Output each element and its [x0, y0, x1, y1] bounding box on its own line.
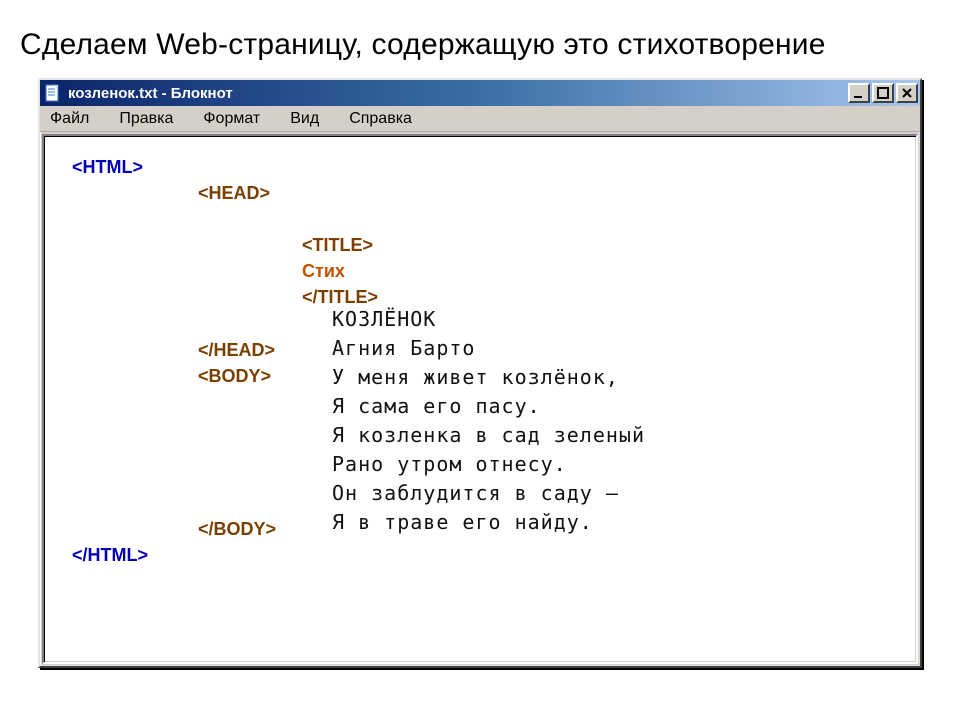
- slide-heading: Сделаем Web-страницу, содержащую это сти…: [20, 28, 826, 62]
- poem-line: У меня живет козлёнок,: [332, 365, 619, 389]
- menu-file[interactable]: Файл: [44, 108, 95, 130]
- text-area[interactable]: <HTML> <HEAD> <TITLE> Стих </TITLE> </HE…: [42, 134, 918, 664]
- poem-line: КОЗЛЁНОК: [332, 307, 436, 331]
- notepad-window: козленок.txt - Блокнот Файл Правка Форма…: [38, 78, 922, 668]
- title-bar[interactable]: козленок.txt - Блокнот: [40, 80, 920, 106]
- notepad-icon: [44, 84, 62, 102]
- maximize-button[interactable]: [872, 83, 894, 103]
- poem-line: Я сама его пасу.: [332, 394, 541, 418]
- menu-format[interactable]: Формат: [197, 108, 266, 130]
- poem-line: Он заблудится в саду –: [332, 481, 619, 505]
- poem-line: Я козленка в сад зеленый: [332, 423, 645, 447]
- minimize-button[interactable]: [848, 83, 870, 103]
- tag-html-close: </HTML>: [72, 542, 276, 568]
- tag-body-close: </BODY>: [72, 516, 276, 542]
- poem-text: КОЗЛЁНОК Агния Барто У меня живет козлён…: [332, 276, 645, 566]
- poem-line: Рано утром отнесу.: [332, 452, 567, 476]
- close-button[interactable]: [896, 83, 918, 103]
- tag-head-open: <HEAD>: [72, 180, 894, 206]
- tag-html-open: <HTML>: [72, 154, 894, 180]
- poem-line: Я в траве его найду.: [332, 510, 593, 534]
- menu-view[interactable]: Вид: [284, 108, 325, 130]
- menu-help[interactable]: Справка: [343, 108, 418, 130]
- tag-title-open: <TITLE>: [302, 235, 373, 255]
- window-title: козленок.txt - Блокнот: [68, 85, 848, 102]
- code-block-end: </BODY> </HTML>: [72, 516, 276, 568]
- poem-line: Агния Барто: [332, 336, 475, 360]
- menu-edit[interactable]: Правка: [113, 108, 179, 130]
- menu-bar: Файл Правка Формат Вид Справка: [40, 106, 920, 132]
